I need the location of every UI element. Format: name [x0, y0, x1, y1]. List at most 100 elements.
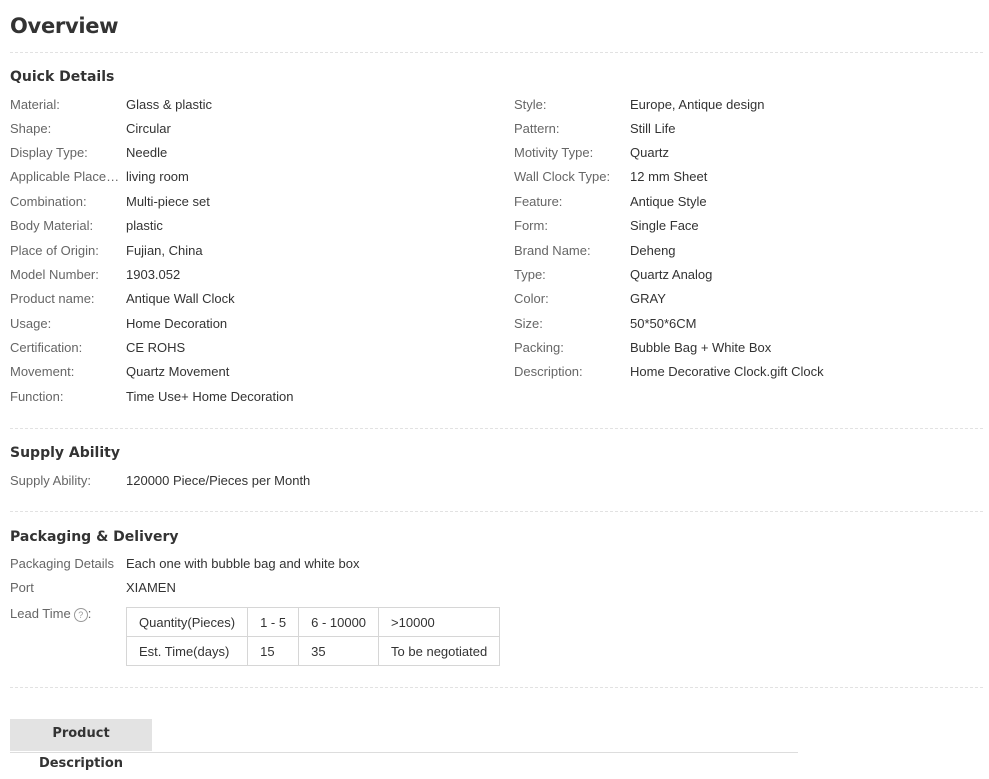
- detail-value: Antique Wall Clock: [126, 291, 235, 306]
- detail-label: Place of Origin:: [10, 243, 99, 258]
- detail-label: Usage:: [10, 316, 52, 331]
- detail-value: Home Decoration: [126, 316, 228, 331]
- table-header-time: Est. Time(days): [125, 636, 249, 666]
- detail-label: Form:: [514, 218, 548, 233]
- detail-label: Movement:: [10, 364, 75, 379]
- lead-time-row: Lead Time?:: [10, 606, 91, 622]
- divider: [10, 428, 983, 429]
- detail-value: living room: [126, 169, 189, 184]
- detail-label: Brand Name:: [514, 243, 591, 258]
- detail-row: Pattern: Still Life: [514, 121, 676, 137]
- detail-label: Shape:: [10, 121, 52, 136]
- detail-row: Form: Single Face: [514, 218, 699, 234]
- detail-row: Certification: CE ROHS: [10, 340, 185, 356]
- detail-value: Glass & plastic: [126, 97, 212, 112]
- detail-value: Home Decorative Clock.gift Clock: [630, 364, 824, 379]
- detail-row: Size: 50*50*6CM: [514, 316, 697, 332]
- detail-label: Motivity Type:: [514, 145, 594, 160]
- supply-row: Supply Ability: 120000 Piece/Pieces per M…: [10, 473, 310, 489]
- detail-value: 12 mm Sheet: [630, 169, 708, 184]
- packaging-details-row: Packaging Details Each one with bubble ba…: [10, 556, 359, 572]
- divider: [10, 511, 983, 512]
- table-row: Quantity(Pieces) 1 - 5 6 - 10000 >10000: [125, 607, 501, 637]
- detail-value: Quartz: [630, 145, 670, 160]
- detail-label: Certification:: [10, 340, 83, 355]
- table-cell: 6 - 10000: [298, 607, 380, 637]
- table-header-quantity: Quantity(Pieces): [125, 607, 249, 637]
- lead-time-colon: :: [87, 606, 92, 621]
- detail-row: Material: Glass & plastic: [10, 97, 212, 113]
- detail-value: Quartz Analog: [630, 267, 713, 282]
- packaging-delivery-title: Packaging & Delivery: [10, 529, 179, 545]
- detail-row: Feature: Antique Style: [514, 194, 707, 210]
- detail-value: Single Face: [630, 218, 699, 233]
- detail-value: Circular: [126, 121, 171, 136]
- detail-row: Brand Name: Deheng: [514, 243, 676, 259]
- detail-label: Material:: [10, 97, 60, 112]
- port-value: XIAMEN: [126, 580, 176, 595]
- detail-label: Pattern:: [514, 121, 560, 136]
- supply-ability-title: Supply Ability: [10, 445, 120, 461]
- tab-bar: Product Description: [10, 719, 798, 771]
- port-label: Port: [10, 580, 34, 595]
- detail-row: Place of Origin: Fujian, China: [10, 243, 203, 259]
- detail-label: Style:: [514, 97, 547, 112]
- table-row: Est. Time(days) 15 35 To be negotiated: [125, 636, 501, 666]
- detail-value: GRAY: [630, 291, 666, 306]
- detail-row: Display Type: Needle: [10, 145, 167, 161]
- detail-label: Wall Clock Type:: [514, 169, 611, 184]
- divider: [10, 52, 983, 53]
- table-cell: >10000: [378, 607, 501, 637]
- detail-label: Combination:: [10, 194, 87, 209]
- detail-label: Type:: [514, 267, 546, 282]
- detail-row: Body Material: plastic: [10, 218, 163, 234]
- detail-row: Movement: Quartz Movement: [10, 364, 229, 380]
- supply-label: Supply Ability:: [10, 473, 91, 488]
- packaging-details-label: Packaging Details: [10, 556, 115, 571]
- lead-time-table: Quantity(Pieces) 1 - 5 6 - 10000 >10000 …: [125, 607, 501, 666]
- table-cell: 35: [298, 636, 380, 666]
- detail-value: Antique Style: [630, 194, 707, 209]
- detail-label: Body Material:: [10, 218, 94, 233]
- supply-value: 120000 Piece/Pieces per Month: [126, 473, 311, 488]
- detail-row: Applicable Placem... living room: [10, 169, 189, 185]
- help-icon[interactable]: ?: [73, 608, 88, 622]
- detail-row: Motivity Type: Quartz: [514, 145, 669, 161]
- detail-label: Applicable Placem...: [10, 169, 126, 184]
- detail-value: Bubble Bag + White Box: [630, 340, 772, 355]
- detail-row: Wall Clock Type: 12 mm Sheet: [514, 169, 707, 185]
- detail-value: CE ROHS: [126, 340, 186, 355]
- detail-value: Still Life: [630, 121, 676, 136]
- page-title: Overview: [10, 14, 119, 38]
- detail-row: Style: Europe, Antique design: [514, 97, 764, 113]
- detail-value: plastic: [126, 218, 163, 233]
- tab-product-description[interactable]: Product Description: [10, 719, 152, 771]
- detail-row: Usage: Home Decoration: [10, 316, 227, 332]
- divider: [10, 687, 983, 688]
- detail-value: Deheng: [630, 243, 676, 258]
- detail-label: Size:: [514, 316, 543, 331]
- detail-row: Packing: Bubble Bag + White Box: [514, 340, 771, 356]
- detail-label: Model Number:: [10, 267, 99, 282]
- detail-row: Color: GRAY: [514, 291, 666, 307]
- detail-row: Product name: Antique Wall Clock: [10, 291, 235, 307]
- detail-row: Combination: Multi-piece set: [10, 194, 210, 210]
- detail-value: 50*50*6CM: [630, 316, 697, 331]
- detail-row: Type: Quartz Analog: [514, 267, 712, 283]
- detail-row: Description: Home Decorative Clock.gift C…: [514, 364, 824, 380]
- port-row: Port XIAMEN: [10, 580, 176, 596]
- table-cell: 15: [247, 636, 300, 666]
- detail-row: Shape: Circular: [10, 121, 171, 137]
- detail-label: Function:: [10, 389, 64, 404]
- quick-details-title: Quick Details: [10, 69, 115, 85]
- detail-label: Color:: [514, 291, 549, 306]
- detail-value: 1903.052: [126, 267, 181, 282]
- detail-row: Model Number: 1903.052: [10, 267, 180, 283]
- table-cell: 1 - 5: [247, 607, 300, 637]
- detail-label: Display Type:: [10, 145, 88, 160]
- detail-row: Function: Time Use+ Home Decoration: [10, 389, 294, 405]
- detail-value: Multi-piece set: [126, 194, 210, 209]
- packaging-details-value: Each one with bubble bag and white box: [126, 556, 360, 571]
- detail-value: Quartz Movement: [126, 364, 230, 379]
- detail-label: Packing:: [514, 340, 564, 355]
